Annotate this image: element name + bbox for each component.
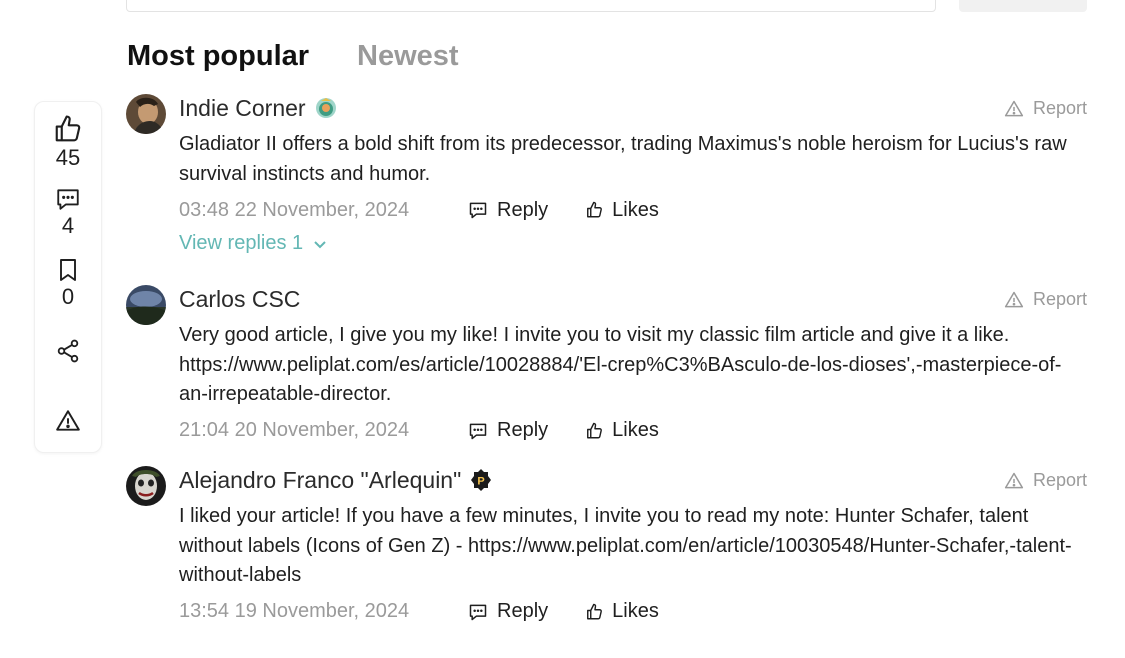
like-article-button[interactable]: 45 <box>35 114 101 170</box>
warning-icon <box>1004 291 1024 307</box>
likes-label: Likes <box>612 600 659 622</box>
report-button[interactable]: Report <box>1003 289 1087 310</box>
author-name[interactable]: Carlos CSC <box>179 285 300 313</box>
comment-date: 13:54 19 November, 2024 <box>179 600 410 622</box>
reply-icon <box>469 202 487 219</box>
like-comment-button[interactable]: Likes <box>585 199 659 222</box>
reply-label: Reply <box>497 600 549 622</box>
saves-count: 0 <box>61 284 75 309</box>
report-article-button[interactable] <box>35 408 101 434</box>
avatar[interactable] <box>126 285 166 325</box>
chevron-down-icon <box>314 240 326 248</box>
thumbs-up-icon <box>55 115 81 142</box>
comment-text: Gladiator II offers a bold shift from it… <box>179 133 1067 185</box>
share-button[interactable] <box>35 338 101 364</box>
comment-author: Alejandro Franco "Arlequin" P <box>179 466 1087 494</box>
view-replies-label: View replies 1 <box>179 232 304 254</box>
like-comment-button[interactable]: Likes <box>585 600 659 623</box>
report-label: Report <box>1032 289 1087 309</box>
share-icon <box>57 339 79 363</box>
reply-button[interactable]: Reply <box>467 199 548 222</box>
comment-date: 21:04 20 November, 2024 <box>179 419 410 441</box>
reply-icon <box>469 604 487 620</box>
thumbs-up-icon <box>587 201 603 218</box>
sort-tabs: Most popular Newest <box>127 40 507 73</box>
bookmark-button[interactable]: 0 <box>35 257 101 309</box>
likes-count: 45 <box>55 145 81 170</box>
report-label: Report <box>1032 470 1087 490</box>
warning-icon <box>1004 100 1024 116</box>
comment-text: Very good article, I give you my like! I… <box>179 324 1062 405</box>
comment-date: 03:48 22 November, 2024 <box>179 198 410 221</box>
comment-author: Carlos CSC <box>179 285 1087 313</box>
premium-badge-icon: P <box>469 468 493 492</box>
comment-icon <box>57 189 79 210</box>
like-comment-button[interactable]: Likes <box>585 419 659 442</box>
author-name[interactable]: Indie Corner <box>179 94 306 122</box>
author-name[interactable]: Alejandro Franco "Arlequin" <box>179 466 461 494</box>
comment-input[interactable] <box>126 0 936 12</box>
warning-icon <box>56 410 80 431</box>
reply-button[interactable]: Reply <box>467 419 548 442</box>
likes-label: Likes <box>612 198 659 221</box>
avatar[interactable] <box>126 466 166 506</box>
tab-newest[interactable]: Newest <box>357 40 459 73</box>
reply-label: Reply <box>497 419 549 441</box>
comments-button[interactable]: 4 <box>35 186 101 238</box>
report-label: Report <box>1032 98 1087 118</box>
warning-icon <box>1004 472 1024 488</box>
comment-text: I liked your article! If you have a few … <box>179 505 1072 586</box>
green-badge-icon <box>314 96 338 120</box>
reply-button[interactable]: Reply <box>467 600 548 623</box>
report-button[interactable]: Report <box>1003 98 1087 119</box>
reply-icon <box>469 423 487 439</box>
likes-label: Likes <box>612 419 659 441</box>
view-replies-button[interactable]: View replies 1 <box>179 232 1087 255</box>
submit-comment-button[interactable] <box>959 0 1087 12</box>
avatar[interactable] <box>126 94 166 134</box>
bookmark-icon <box>60 259 76 281</box>
thumbs-up-icon <box>587 603 603 619</box>
svg-text:P: P <box>478 476 485 488</box>
thumbs-up-icon <box>587 422 603 438</box>
comments-count: 4 <box>61 213 75 238</box>
article-action-bar: 45 4 0 <box>34 101 102 453</box>
tab-most-popular[interactable]: Most popular <box>127 40 309 73</box>
reply-label: Reply <box>497 198 549 221</box>
comment-author: Indie Corner <box>179 94 1087 122</box>
report-button[interactable]: Report <box>1003 470 1087 491</box>
